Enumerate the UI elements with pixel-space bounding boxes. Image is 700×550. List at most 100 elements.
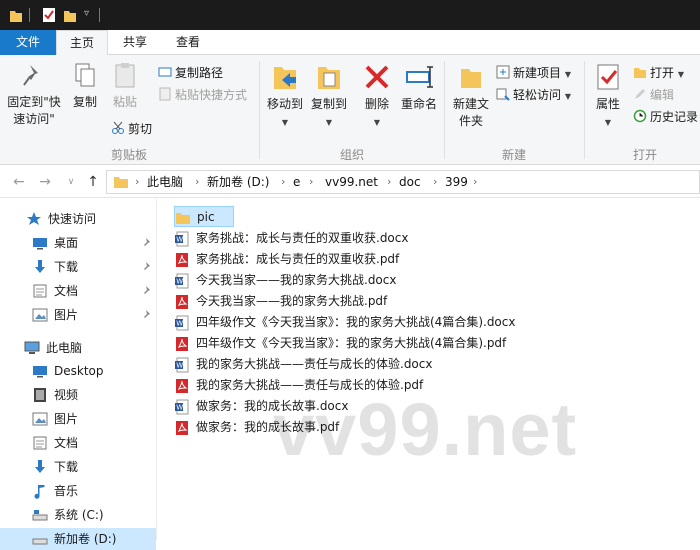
move-to-button[interactable]: 移动到 ▼ <box>264 61 306 131</box>
new-folder-icon[interactable] <box>63 7 77 23</box>
rename-button[interactable]: 重命名 <box>398 61 440 113</box>
delete-button[interactable]: 删除 ▼ <box>360 61 394 131</box>
new-item-button[interactable]: 新建项目 ▼ <box>496 64 571 82</box>
copy-to-button[interactable]: 复制到 ▼ <box>308 61 350 131</box>
new-folder-label: 新建文件夹 <box>452 97 489 128</box>
ribbon-separator <box>584 61 585 159</box>
svg-text:W: W <box>176 362 183 370</box>
breadcrumb-separator-icon[interactable]: › <box>387 171 391 193</box>
pin-icon <box>23 65 38 86</box>
breadcrumb-separator-icon[interactable]: › <box>309 171 313 193</box>
open-button[interactable]: 打开 ▼ <box>633 64 684 82</box>
nav-music[interactable]: 音乐 <box>32 480 156 502</box>
copy-button[interactable]: 复制 <box>68 61 102 111</box>
history-label: 历史记录 <box>650 110 699 124</box>
breadcrumb-separator-icon[interactable]: › <box>473 171 477 193</box>
title-separator <box>99 8 100 22</box>
file-row-folder-pic[interactable]: pic <box>174 206 234 227</box>
paste-button[interactable]: 粘贴 <box>108 61 142 111</box>
nav-documents[interactable]: 文档 <box>32 280 156 302</box>
properties-check-icon[interactable] <box>42 7 56 23</box>
new-item-dropdown-icon: ▼ <box>564 70 571 79</box>
pdf-document-icon <box>176 337 188 351</box>
pin-icon[interactable] <box>142 262 152 272</box>
breadcrumb-399[interactable]: 399 <box>445 171 468 193</box>
recent-locations-chevron-icon[interactable]: ∨ <box>62 172 80 192</box>
tab-share[interactable]: 共享 <box>110 30 160 55</box>
file-name: pic <box>197 210 215 224</box>
address-path-box[interactable]: › 此电脑 › 新加卷 (D:) › e › vv99.net › doc › … <box>106 170 700 194</box>
edit-button[interactable]: 编辑 <box>633 86 674 104</box>
ribbon: 固定到"快速访问" 复制 粘贴 复制路径 粘贴快捷方式 剪切 剪贴板 移动到 ▼ … <box>0 55 700 165</box>
word-document-icon: W <box>175 315 189 331</box>
copy-label: 复制 <box>72 95 97 109</box>
word-document-icon: W <box>175 273 189 289</box>
download-arrow-icon <box>35 460 45 473</box>
desktop-icon <box>33 238 47 250</box>
pin-icon[interactable] <box>142 310 152 320</box>
documents-icon <box>33 436 47 450</box>
svg-text:W: W <box>176 278 183 286</box>
paste-shortcut-icon <box>159 87 171 101</box>
documents-icon <box>33 284 47 298</box>
nav-desktop[interactable]: 桌面 <box>32 232 156 254</box>
pictures-icon <box>32 308 48 322</box>
nav-pc-documents[interactable]: 文档 <box>32 432 156 454</box>
nav-drive-d[interactable]: 新加卷 (D:) <box>0 528 156 550</box>
breadcrumb-separator-icon[interactable]: › <box>195 171 199 193</box>
properties-check-icon <box>597 64 619 90</box>
nav-this-pc-label: 此电脑 <box>46 341 83 355</box>
new-folder-button[interactable]: 新建文件夹 <box>450 61 492 130</box>
nav-pc-downloads[interactable]: 下载 <box>32 456 156 478</box>
nav-pc-desktop[interactable]: Desktop <box>32 360 156 382</box>
customize-dropdown-icon[interactable]: ▿ <box>84 8 89 19</box>
ribbon-separator <box>259 61 260 159</box>
copy-to-label: 复制到 <box>310 97 347 111</box>
copy-path-label: 复制路径 <box>175 66 224 80</box>
nav-pc-pictures[interactable]: 图片 <box>32 408 156 430</box>
address-bar: ← → ∨ ↑ › 此电脑 › 新加卷 (D:) › e › vv99.net … <box>0 166 700 198</box>
edit-icon <box>635 89 645 99</box>
nav-videos[interactable]: 视频 <box>32 384 156 406</box>
tab-home[interactable]: 主页 <box>56 30 108 56</box>
copy-path-icon <box>158 67 172 77</box>
nav-downloads[interactable]: 下载 <box>32 256 156 278</box>
delete-dropdown-icon: ▼ <box>373 118 381 127</box>
tab-file[interactable]: 文件 <box>0 30 56 55</box>
properties-button[interactable]: 属性 ▼ <box>590 61 626 131</box>
up-arrow-icon[interactable]: ↑ <box>84 172 102 192</box>
breadcrumb-doc[interactable]: doc <box>399 171 421 193</box>
drive-icon <box>32 538 48 545</box>
paste-shortcut-button[interactable]: 粘贴快捷方式 <box>158 86 247 104</box>
history-button[interactable]: 历史记录 <box>633 108 700 126</box>
breadcrumb-vv99[interactable]: vv99.net <box>325 171 378 193</box>
nav-pictures[interactable]: 图片 <box>32 304 156 326</box>
file-name: 四年级作文《今天我当家》：我的家务大挑战(4篇合集).pdf <box>196 336 507 350</box>
easy-access-button[interactable]: 轻松访问 ▼ <box>496 86 571 104</box>
folder-icon[interactable] <box>9 7 23 23</box>
breadcrumb-drive-d[interactable]: 新加卷 (D:) <box>207 171 269 193</box>
pdf-document-icon <box>176 295 188 309</box>
breadcrumb-separator-icon[interactable]: › <box>281 171 285 193</box>
breadcrumb-separator-icon[interactable]: › <box>135 171 139 193</box>
breadcrumb-this-pc[interactable]: 此电脑 <box>147 171 183 193</box>
nav-this-pc[interactable]: 此电脑 <box>24 337 156 359</box>
nav-pc-documents-label: 文档 <box>54 436 79 450</box>
copy-path-button[interactable]: 复制路径 <box>158 64 223 82</box>
file-name: 四年级作文《今天我当家》：我的家务大挑战(4篇合集).docx <box>196 315 516 329</box>
scissors-icon <box>112 121 124 134</box>
open-label: 打开 <box>650 66 675 80</box>
pin-icon[interactable] <box>142 286 152 296</box>
move-to-dropdown-icon: ▼ <box>281 118 289 127</box>
nav-quick-access[interactable]: 快速访问 <box>26 208 156 230</box>
forward-arrow-icon[interactable]: → <box>36 172 54 192</box>
pin-icon[interactable] <box>142 238 152 248</box>
tab-view[interactable]: 查看 <box>164 30 212 55</box>
ribbon-tab-bar: 文件 主页 共享 查看 <box>0 30 700 56</box>
back-arrow-icon[interactable]: ← <box>10 172 28 192</box>
cut-button[interactable]: 剪切 <box>111 120 152 138</box>
breadcrumb-e[interactable]: e <box>293 171 300 193</box>
breadcrumb-separator-icon[interactable]: › <box>433 171 437 193</box>
nav-drive-c[interactable]: 系统 (C:) <box>32 504 156 526</box>
pin-quick-access-button[interactable]: 固定到"快速访问" <box>4 61 64 128</box>
